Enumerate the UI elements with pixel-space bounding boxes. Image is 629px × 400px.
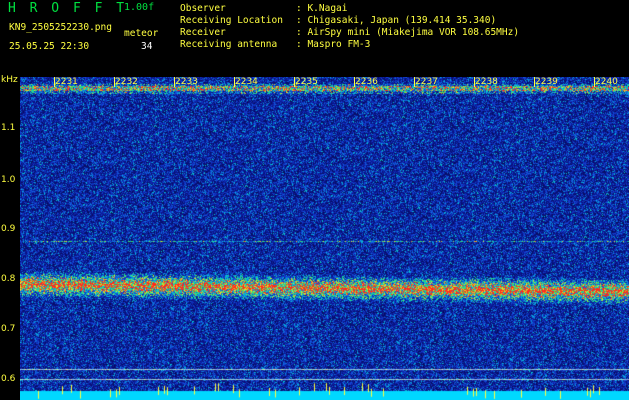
meteor-count: 34 bbox=[141, 41, 153, 52]
observer-label: Observer bbox=[180, 3, 226, 14]
meteor-label: meteor bbox=[124, 28, 159, 39]
y-tick-label: 1.1 bbox=[1, 123, 16, 133]
observer-value: : K.Nagai bbox=[296, 3, 348, 14]
header-panel: H R O F F T 1.00f KN9_2505252230.png 25.… bbox=[0, 0, 629, 76]
spectrogram-display bbox=[20, 77, 629, 400]
y-tick-label: 0.8 bbox=[1, 274, 16, 284]
y-tick-label: 1.0 bbox=[1, 175, 16, 185]
y-tick-label: 0.9 bbox=[1, 224, 16, 234]
location-label: Receiving Location bbox=[180, 15, 283, 26]
antenna-label: Receiving antenna bbox=[180, 39, 278, 50]
y-tick-label: 0.7 bbox=[1, 324, 16, 334]
receiver-value: : AirSpy mini (Miakejima VOR 108.65MHz) bbox=[296, 27, 520, 38]
frequency-axis: kHz 1.1 1.0 0.9 0.8 0.7 0.6 bbox=[0, 75, 20, 400]
y-tick-label: 0.6 bbox=[1, 374, 16, 384]
app-version: 1.00f bbox=[124, 2, 155, 13]
file-name: KN9_2505252230.png bbox=[9, 22, 112, 33]
axis-unit-label: kHz bbox=[1, 75, 18, 85]
location-value: : Chigasaki, Japan (139.414 35.340) bbox=[296, 15, 497, 26]
antenna-value: : Maspro FM-3 bbox=[296, 39, 371, 50]
capture-datetime: 25.05.25 22:30 bbox=[9, 41, 90, 52]
receiver-label: Receiver bbox=[180, 27, 226, 38]
app-logo: H R O F F T bbox=[8, 1, 128, 16]
